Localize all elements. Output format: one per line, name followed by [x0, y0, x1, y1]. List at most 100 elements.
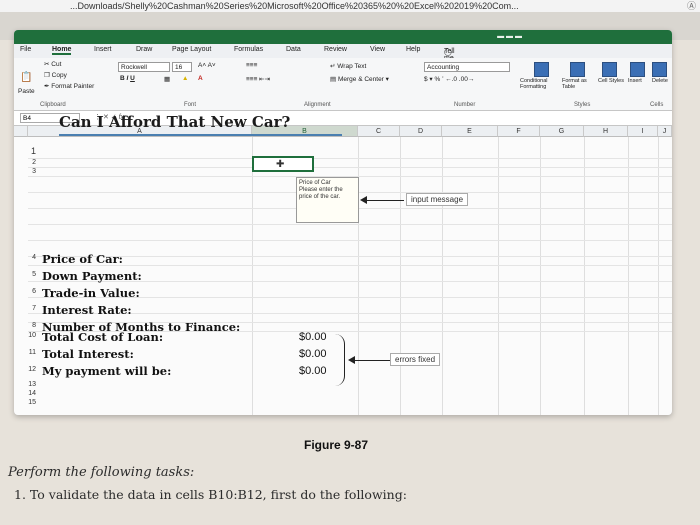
col-header-e[interactable]: E — [442, 126, 498, 137]
row-number-12[interactable]: 12 — [14, 366, 36, 373]
result-value-12[interactable]: $0.00 — [299, 365, 327, 377]
result-value-10[interactable]: $0.00 — [299, 331, 327, 343]
row-number-4[interactable]: 4 — [14, 254, 36, 261]
wrap-text-button[interactable]: ↵ Wrap Text — [330, 62, 366, 70]
merge-center-button[interactable]: ▤ Merge & Center ▾ — [330, 75, 389, 83]
tab-file[interactable]: File — [20, 46, 31, 53]
row-number-6[interactable]: 6 — [14, 288, 36, 295]
row-number-14[interactable]: 14 — [14, 390, 36, 397]
col-header-i[interactable]: I — [628, 126, 658, 137]
ribbon-tabs: File Home Insert Draw Page Layout Formul… — [14, 44, 672, 97]
select-all-corner[interactable] — [14, 126, 28, 137]
grid-line — [28, 167, 672, 168]
grid-line — [442, 137, 443, 415]
title-bar: ▬ ▬ ▬ — [14, 30, 672, 44]
paste-button[interactable]: Paste — [18, 88, 35, 95]
excel-window: ▬ ▬ ▬ File Home Insert Draw Page Layout … — [14, 30, 672, 415]
insert-cells-icon[interactable] — [630, 62, 645, 77]
align-center-icons[interactable]: ≡≡≡ ⇤⇥ — [246, 75, 270, 83]
grid-line — [28, 224, 672, 225]
input-message-arrow — [366, 200, 404, 201]
tab-data[interactable]: Data — [286, 46, 301, 53]
group-styles: Styles — [574, 102, 591, 108]
tab-draw[interactable]: Draw — [136, 46, 152, 53]
grid-line — [400, 137, 401, 415]
input-message-callout: input message — [406, 193, 469, 206]
row-number-11[interactable]: 11 — [14, 349, 36, 356]
number-format-select[interactable]: Accounting — [424, 62, 510, 72]
group-alignment: Alignment — [304, 102, 331, 108]
cell-styles-icon[interactable] — [602, 62, 617, 77]
result-label-11: Total Interest: — [42, 347, 134, 361]
number-format-icons[interactable]: $ ▾ % ’ ←.0 .00→ — [424, 75, 474, 83]
tab-formulas[interactable]: Formulas — [234, 46, 263, 53]
grid-line — [28, 265, 672, 266]
grow-font-icon[interactable]: A˄ A˅ — [198, 62, 216, 69]
grid-line — [28, 256, 672, 257]
result-label-10: Total Cost of Loan: — [42, 330, 164, 344]
tab-page-layout[interactable]: Page Layout — [172, 46, 211, 53]
grid-line — [28, 158, 672, 159]
grid-line — [584, 137, 585, 415]
format-as-table-icon[interactable] — [570, 62, 585, 77]
col-header-d[interactable]: D — [400, 126, 442, 137]
conditional-formatting-button[interactable]: Conditional Formatting — [520, 78, 560, 90]
col-header-g[interactable]: G — [540, 126, 584, 137]
row-number-3[interactable]: 3 — [14, 168, 36, 175]
row-number-1[interactable]: 1 — [14, 146, 36, 156]
col-header-f[interactable]: F — [498, 126, 540, 137]
col-header-h[interactable]: H — [584, 126, 628, 137]
row-number-7[interactable]: 7 — [14, 305, 36, 312]
tab-insert[interactable]: Insert — [94, 46, 112, 53]
row-number-13[interactable]: 13 — [14, 381, 36, 388]
paste-icon[interactable]: 📋 — [20, 72, 32, 83]
cut-button[interactable]: ✂ Cut — [44, 60, 61, 68]
wrap-text-icon: ↵ — [330, 63, 336, 70]
col-header-j[interactable]: J — [658, 126, 672, 137]
scissors-icon: ✂ — [44, 61, 50, 68]
result-value-11[interactable]: $0.00 — [299, 348, 327, 360]
merge-center-label: Merge & Center — [337, 76, 384, 83]
borders-icon[interactable]: ▦ — [164, 75, 170, 83]
row-number-15[interactable]: 15 — [14, 399, 36, 406]
results-brace — [334, 334, 345, 386]
bold-italic-underline-buttons[interactable]: B I U — [120, 75, 135, 82]
row-number-10[interactable]: 10 — [14, 332, 36, 339]
browser-g-icon: Ⓐ — [686, 1, 696, 11]
group-clipboard: Clipboard — [40, 102, 66, 108]
row-number-5[interactable]: 5 — [14, 271, 36, 278]
font-name-select[interactable]: Rockwell — [118, 62, 170, 72]
font-color-icon[interactable]: A — [198, 75, 203, 82]
row-number-8[interactable]: 8 — [14, 322, 36, 329]
grid-line — [498, 137, 499, 415]
cell-styles-button[interactable]: Cell Styles — [598, 78, 624, 84]
tab-view[interactable]: View — [370, 46, 385, 53]
grid-line — [252, 137, 253, 415]
tab-home[interactable]: Home — [52, 46, 72, 55]
tab-review[interactable]: Review — [324, 46, 347, 53]
insert-button[interactable]: Insert — [628, 78, 642, 84]
grid-line — [28, 240, 672, 241]
format-painter-button[interactable]: ✒ Format Painter — [44, 82, 94, 90]
col-header-c[interactable]: C — [358, 126, 400, 137]
group-number: Number — [454, 102, 476, 108]
delete-button[interactable]: Delete — [652, 78, 668, 84]
copy-label: Copy — [51, 72, 67, 79]
format-as-table-button[interactable]: Format as Table — [562, 78, 596, 90]
format-painter-label: Format Painter — [51, 83, 95, 90]
row-label-5: Down Payment: — [42, 269, 142, 283]
copy-button[interactable]: ❐ Copy — [44, 71, 67, 79]
merge-icon: ▤ — [330, 76, 337, 83]
font-size-select[interactable]: 16 — [172, 62, 192, 72]
row-label-7: Interest Rate: — [42, 303, 132, 317]
instructions-heading: Perform the following tasks: — [8, 465, 195, 480]
fill-color-icon[interactable]: ▲ — [182, 75, 188, 82]
title-underline — [59, 134, 342, 136]
delete-cells-icon[interactable] — [652, 62, 667, 77]
conditional-formatting-icon[interactable] — [534, 62, 549, 77]
errors-fixed-callout: errors fixed — [390, 353, 441, 366]
align-top-icons[interactable]: ≡≡≡ — [246, 62, 257, 69]
url-text: ...Downloads/Shelly%20Cashman%20Series%2… — [70, 1, 519, 11]
row-number-2[interactable]: 2 — [14, 159, 36, 166]
tab-help[interactable]: Help — [406, 46, 420, 53]
